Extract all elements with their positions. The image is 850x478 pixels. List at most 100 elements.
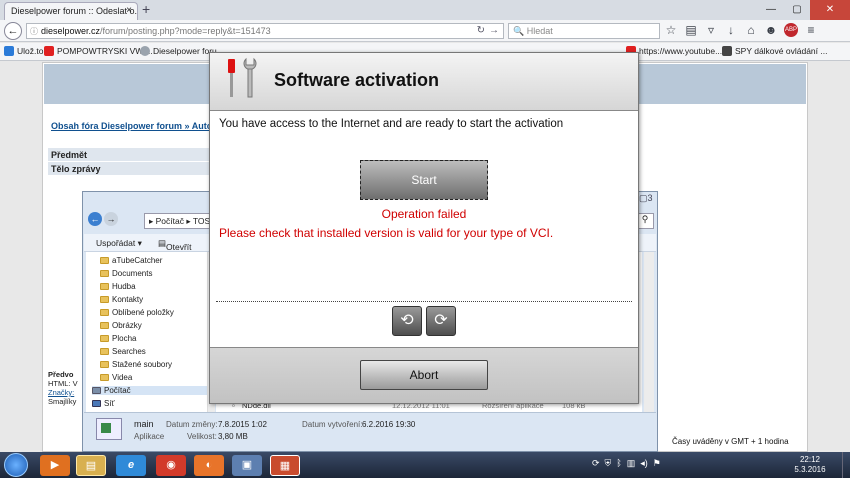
bookmark-item[interactable]: Dieselpower foru — [140, 46, 217, 56]
file-list-scrollbar[interactable] — [644, 252, 654, 412]
search-input[interactable]: 🔍 Hledat — [508, 23, 660, 39]
timezone-note: Časy uváděny v GMT + 1 hodina — [672, 437, 789, 446]
download-icon[interactable]: ↓ — [724, 23, 738, 37]
organize-button[interactable]: Uspořádat ▾ — [96, 238, 142, 249]
tree-item[interactable]: Stažené soubory — [100, 360, 172, 369]
network-icon — [92, 400, 101, 407]
network-icon[interactable]: ▥ — [627, 458, 636, 469]
browser-tab-bar: Dieselpower forum :: Odeslat o... × + — … — [0, 0, 850, 20]
start-button[interactable]: Start — [360, 160, 488, 200]
go-icon[interactable]: → — [489, 25, 499, 36]
show-desktop-button[interactable] — [842, 452, 850, 478]
detail-created-label: Datum vytvoření: — [302, 420, 363, 429]
breadcrumb[interactable]: Obsah fóra Dieselpower forum » Autodi — [51, 121, 220, 131]
detail-size-value: 3,80 MB — [218, 432, 248, 441]
remote-desktop-icon[interactable]: ▣ — [232, 455, 262, 476]
reload-icon[interactable]: ↻ — [477, 25, 485, 36]
tree-item[interactable]: Obrázky — [100, 321, 142, 330]
bookmark-favicon-icon — [722, 46, 732, 56]
detail-created-value: 6.2.2016 19:30 — [362, 420, 416, 429]
downloads-folder-icon — [100, 361, 109, 368]
abort-button[interactable]: Abort — [360, 360, 488, 390]
start-button[interactable] — [4, 453, 28, 477]
tab-close-icon[interactable]: × — [126, 5, 132, 16]
adblock-icon[interactable]: ABP — [784, 23, 798, 37]
bookmark-item[interactable]: SPY dálkové ovládání ... — [722, 46, 827, 56]
folder-icon — [100, 257, 109, 264]
explorer-nav-tree: aTubeCatcher Documents Hudba Kontakty Ob… — [86, 252, 208, 412]
bookmark-item[interactable]: POMPOWTRYSKI VW ... — [44, 46, 153, 56]
tools-icon — [228, 57, 257, 98]
back-button[interactable]: ← — [4, 22, 22, 40]
bookmark-item[interactable]: https://www.youtube.... — [626, 46, 725, 56]
youtube-icon — [44, 46, 54, 56]
detail-name: main — [134, 419, 154, 429]
globe-icon — [140, 46, 150, 56]
internet-explorer-icon[interactable]: e — [116, 455, 146, 476]
searches-folder-icon — [100, 348, 109, 355]
url-path: /forum/posting.php?mode=reply&t=151473 — [100, 26, 271, 36]
tree-item[interactable]: Plocha — [100, 334, 136, 343]
body-label: Tělo zprávy — [48, 162, 218, 176]
tab-title: Dieselpower forum :: Odeslat o... — [11, 6, 138, 16]
flag-icon[interactable]: ⚑ — [653, 458, 661, 469]
detail-modified-value: 7.8.2015 1:02 — [218, 420, 267, 429]
update-icon[interactable]: ⟳ — [592, 458, 600, 469]
desktop-folder-icon — [100, 335, 109, 342]
tree-item[interactable]: Documents — [100, 269, 152, 278]
explorer-back-icon[interactable]: ← — [88, 212, 102, 226]
tree-item[interactable]: aTubeCatcher — [100, 256, 162, 265]
back-arrow-button[interactable]: ⟲ — [392, 306, 422, 336]
close-button[interactable]: ✕ — [810, 0, 850, 20]
back-arrow-icon: ⟲ — [400, 312, 414, 329]
clock-time: 22:12 — [799, 455, 821, 464]
chat-icon[interactable]: ☻ — [764, 23, 778, 37]
explorer-forward-icon[interactable]: → — [104, 212, 118, 226]
path-segment[interactable]: Počítač — [156, 216, 184, 226]
bookmark-favicon-icon — [4, 46, 14, 56]
next-arrow-button[interactable]: ⟳ — [426, 306, 456, 336]
file-explorer-icon[interactable]: ▤ — [76, 455, 106, 476]
browser-tab[interactable]: Dieselpower forum :: Odeslat o... × — [4, 2, 138, 20]
detail-type: Aplikace — [134, 432, 165, 441]
tree-item[interactable]: Kontakty — [100, 295, 143, 304]
pictures-folder-icon — [100, 322, 109, 329]
firefox-icon[interactable]: ◐ — [194, 455, 224, 476]
open-button[interactable]: ▤ Otevřít — [158, 238, 192, 252]
tree-item[interactable]: Hudba — [100, 282, 136, 291]
pocket-icon[interactable]: ▿ — [704, 23, 718, 37]
videos-folder-icon — [100, 374, 109, 381]
security-icon[interactable]: ⛨ — [605, 458, 612, 469]
error-title: Operation failed — [381, 207, 467, 221]
home-icon[interactable]: ⌂ — [744, 23, 758, 37]
media-player-icon[interactable]: ▶ — [40, 455, 70, 476]
subject-label: Předmět — [48, 148, 218, 162]
bluetooth-icon[interactable]: ᛒ — [616, 458, 621, 469]
contacts-folder-icon — [100, 296, 109, 303]
music-folder-icon — [100, 283, 109, 290]
system-tray: ⟳ ⛨ ᛒ ▥ ◂) ⚑ — [592, 458, 661, 469]
dialog-message: You have access to the Internet and are … — [219, 118, 564, 130]
menu-icon[interactable]: ≡ — [804, 23, 818, 37]
reading-list-icon[interactable]: ▤ — [684, 23, 698, 37]
volume-icon[interactable]: ◂) — [640, 458, 648, 469]
url-bar[interactable]: ⓘ dieselpower.cz/forum/posting.php?mode=… — [26, 23, 504, 39]
dialog-title: Software activation — [274, 70, 440, 90]
post-form: Předmět Tělo zprávy — [48, 148, 218, 188]
favorites-folder-icon — [100, 309, 109, 316]
tree-item[interactable]: Síť — [92, 399, 115, 408]
tree-item[interactable]: Oblíbené položky — [100, 308, 174, 317]
search-placeholder: Hledat — [526, 26, 553, 36]
bookmark-item[interactable]: Ulož.to — [4, 46, 43, 56]
tree-item[interactable]: Videa — [100, 373, 132, 382]
chrome-icon[interactable]: ◉ — [156, 455, 186, 476]
clock[interactable]: 22:12 5.3.2016 — [786, 455, 834, 475]
activation-app-icon[interactable]: ▦ — [270, 455, 300, 476]
minimize-button[interactable]: — — [758, 0, 784, 20]
star-icon[interactable]: ☆ — [664, 23, 678, 37]
new-tab-button[interactable]: + — [142, 1, 150, 17]
tree-item[interactable]: Počítač — [92, 386, 208, 395]
tree-item[interactable]: Searches — [100, 347, 146, 356]
maximize-button[interactable]: ▢ — [784, 0, 810, 20]
site-info-icon[interactable]: ⓘ — [30, 26, 38, 37]
